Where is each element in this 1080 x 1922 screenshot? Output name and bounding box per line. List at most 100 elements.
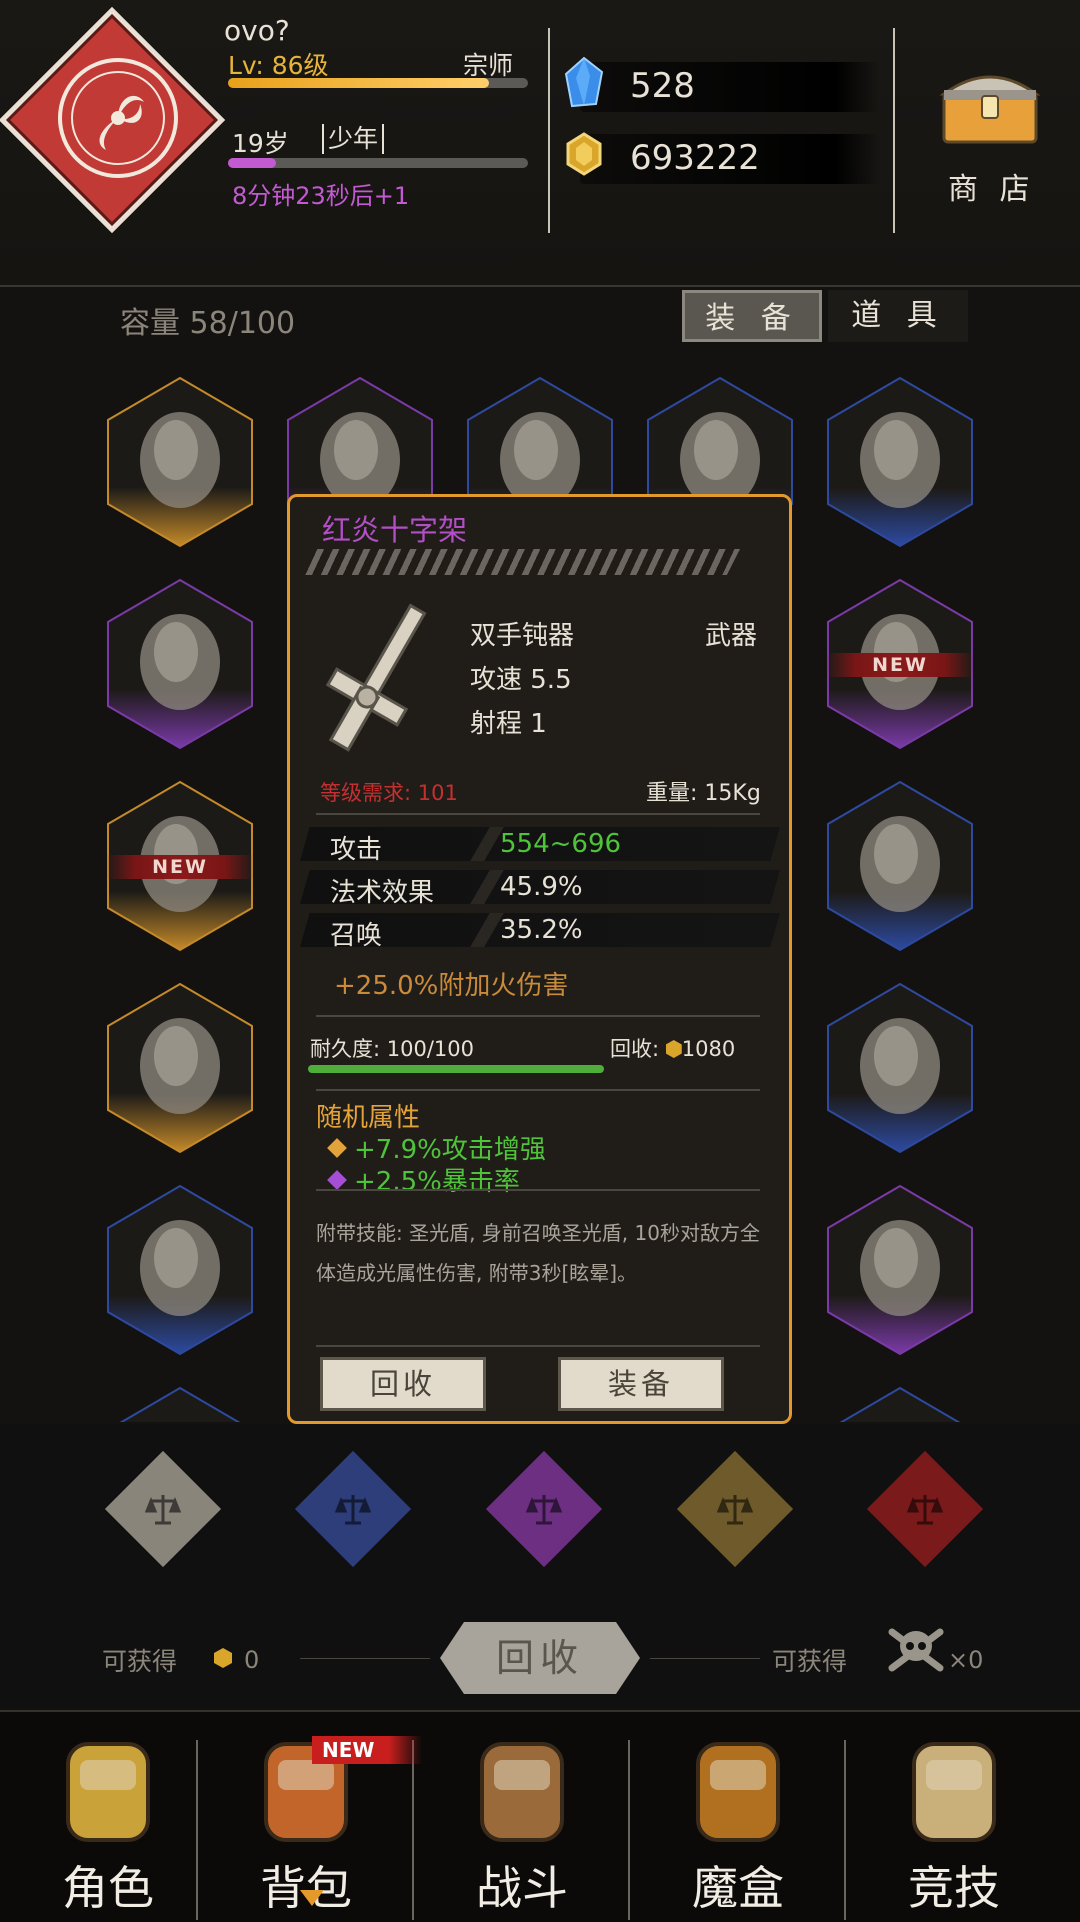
recycle-item-button[interactable]: 回收: [320, 1357, 486, 1411]
recycle-value: 回收: 1080: [610, 1033, 735, 1063]
stat-value: 35.2%: [500, 915, 583, 945]
obtainable-coins-label: 可获得: [102, 1647, 178, 1676]
nav-label: 战斗: [476, 1861, 568, 1915]
inventory-slot[interactable]: [106, 376, 254, 548]
skill-description: 附带技能: 圣光盾, 身前召唤圣光盾, 10秒对敌方全体造成光属性伤害, 附带3…: [316, 1221, 760, 1285]
inventory-slot[interactable]: [826, 1386, 974, 1422]
hex-slot-icon: [839, 1386, 961, 1422]
nav-divider: [628, 1740, 630, 1920]
treasure-chest-icon[interactable]: [938, 60, 1042, 146]
hammer-icon: [827, 982, 973, 1154]
helmet-icon: [827, 1184, 973, 1356]
scales-icon: [526, 1495, 562, 1525]
obtainable-coins-value: 0: [244, 1646, 260, 1674]
shop-button-label[interactable]: 商 店: [948, 164, 1036, 208]
bulk-recycle-button[interactable]: 回收: [440, 1622, 640, 1694]
age-timer: 8分钟23秒后+1: [232, 182, 410, 210]
inventory-capacity: 容量 58/100: [120, 306, 296, 341]
nav-label: 角色: [62, 1861, 154, 1915]
gold-coin-icon: [665, 1040, 682, 1058]
inventory-slot[interactable]: [826, 1184, 974, 1356]
obtainable-skulls-value: ×0: [948, 1646, 984, 1674]
gold-coin-icon: [566, 132, 602, 176]
blue-gem-icon: [564, 56, 604, 108]
player-rank: 宗师: [463, 51, 514, 80]
coin-balance: 693222: [566, 132, 880, 184]
boots-icon: [827, 780, 973, 952]
inventory-slot[interactable]: [826, 982, 974, 1154]
scales-icon: [145, 1495, 181, 1525]
age-progress-fill: [228, 158, 276, 168]
boots-icon: [107, 578, 253, 750]
sword-shield-icon: [480, 1742, 564, 1842]
stat-value: 554~696: [500, 829, 622, 859]
divider: [316, 813, 760, 815]
tower-icon: [912, 1742, 996, 1842]
nav-label: 魔盒: [692, 1861, 784, 1915]
orange-diamond-icon: [327, 1138, 347, 1158]
nav-item-4[interactable]: 竞技: [846, 1710, 1062, 1920]
header-divider: [0, 285, 1080, 287]
durability-bar: [308, 1065, 604, 1073]
durability-label: 耐久度: 100/100: [310, 1037, 474, 1061]
decorative-hatch-divider: [302, 549, 740, 575]
divider: [316, 1345, 760, 1347]
age-progress-bar: [228, 158, 528, 168]
attack-range: 射程 1: [470, 709, 547, 739]
tab-items[interactable]: 道 具: [828, 290, 968, 342]
nav-divider: [844, 1740, 846, 1920]
divider: [316, 1189, 760, 1191]
stat-row: 法术效果 45.9%: [300, 870, 780, 908]
stat-value: 45.9%: [500, 872, 583, 902]
divider: [316, 1015, 760, 1017]
level-progress-bar: [228, 78, 528, 88]
stat-name: 攻击: [330, 835, 383, 865]
item-weight: 重量: 15Kg: [646, 781, 761, 806]
cross-mace-weapon-icon: [325, 603, 427, 752]
player-level: Lv: 86级: [228, 51, 329, 80]
triskelion-emblem-icon: [58, 58, 178, 178]
tab-equipment[interactable]: 装 备: [682, 290, 822, 342]
inventory-slot[interactable]: [106, 982, 254, 1154]
inventory-slot[interactable]: [106, 578, 254, 750]
inventory-slot[interactable]: [826, 376, 974, 548]
gem-count: 528: [630, 66, 695, 106]
hex-slot-icon: [119, 1386, 241, 1422]
skull-crossbones-icon: [888, 1628, 944, 1672]
recycle-value-label: 回收:: [610, 1037, 660, 1061]
inventory-slot[interactable]: [826, 780, 974, 952]
scales-icon: [717, 1495, 753, 1525]
inventory-slot[interactable]: [106, 1184, 254, 1356]
inventory-slot[interactable]: [106, 1386, 254, 1422]
divider: [316, 1089, 760, 1091]
ring-icon: [827, 376, 973, 548]
scales-icon: [335, 1495, 371, 1525]
level-progress-fill: [228, 78, 489, 88]
helmet-icon: [66, 1742, 150, 1842]
stat-name: 召唤: [330, 921, 383, 951]
random-attribute: +2.5%暴击率: [354, 1167, 520, 1197]
active-indicator-arrow-icon: [300, 1890, 324, 1906]
weapon-category: 武器: [705, 621, 758, 651]
weapon-type: 双手钝器: [470, 621, 575, 651]
inventory-slot[interactable]: NEW: [106, 780, 254, 952]
durability-fill: [308, 1065, 604, 1073]
magic-box-icon: [696, 1742, 780, 1842]
item-detail-popup: 红炎十字架 双手钝器 武器 攻速 5.5 射程 1 等级需求: 101 重量: …: [287, 494, 792, 1424]
new-badge: NEW: [312, 1736, 422, 1764]
equip-item-button[interactable]: 装备: [558, 1357, 724, 1411]
nav-divider: [196, 1740, 198, 1920]
nav-item-2[interactable]: 战斗: [414, 1710, 630, 1920]
nav-item-3[interactable]: 魔盒: [630, 1710, 846, 1920]
helmet-icon: [107, 376, 253, 548]
attack-speed: 攻速 5.5: [470, 665, 572, 695]
nav-item-0[interactable]: 角色: [0, 1710, 216, 1920]
new-badge: NEW: [106, 855, 254, 879]
player-name: ovo?: [224, 14, 290, 47]
inventory-slot[interactable]: NEW: [826, 578, 974, 750]
nav-divider: [412, 1740, 414, 1920]
stat-row: 召唤 35.2%: [300, 913, 780, 951]
stat-name: 法术效果: [330, 878, 435, 908]
stat-row: 攻击 554~696: [300, 827, 780, 865]
obtainable-skulls-label: 可获得: [772, 1647, 848, 1676]
